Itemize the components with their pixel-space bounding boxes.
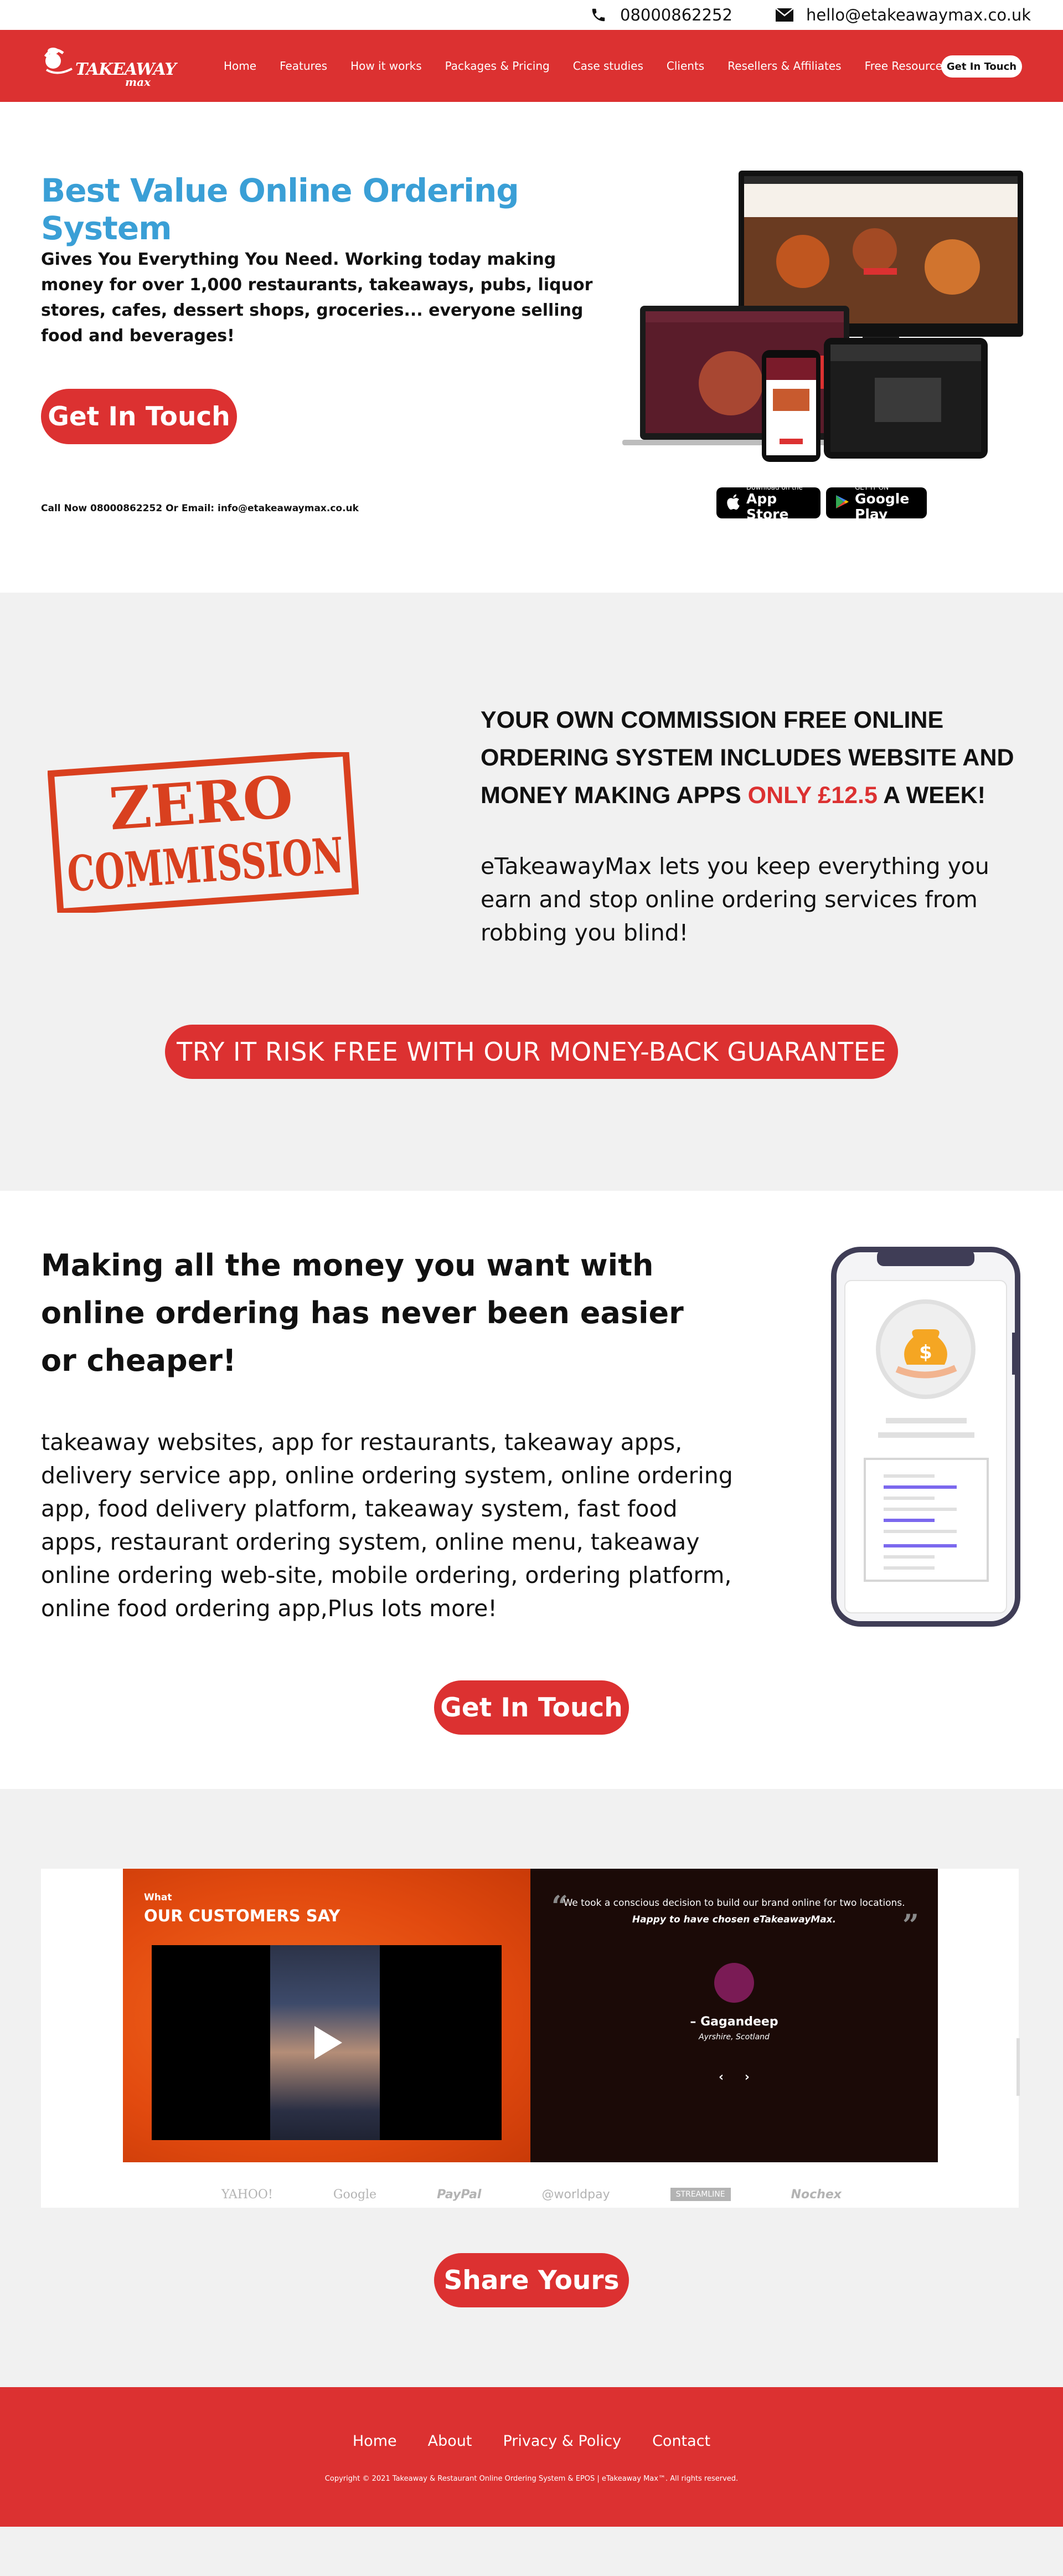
footer-link-about[interactable]: About: [428, 2433, 472, 2450]
hero-get-in-touch-button[interactable]: Get In Touch: [41, 389, 237, 444]
site-footer: Home About Privacy & Policy Contact Copy…: [0, 2387, 1063, 2527]
phone-contact[interactable]: 08000862252: [589, 0, 732, 30]
partner-logo-google: Google: [333, 2187, 377, 2202]
commission-heading-end: A WEEK!: [883, 782, 985, 809]
commission-paragraph: eTakeawayMax lets you keep everything yo…: [481, 853, 989, 946]
app-store-big-text: App Store: [746, 491, 789, 522]
partner-logo-yahoo: YAHOO!: [221, 2187, 273, 2202]
hero-call-now-text: Call Now 08000862252 Or Email: info@etak…: [41, 503, 359, 514]
partner-logo-streamline: STREAMLINE: [670, 2188, 731, 2201]
partner-logos: YAHOO! Google PayPal @worldpay STREAMLIN…: [221, 2183, 842, 2205]
nav-item-features[interactable]: Features: [280, 59, 327, 73]
share-yours-button[interactable]: Share Yours: [434, 2253, 629, 2307]
apple-icon: [725, 493, 741, 513]
footer-links: Home About Privacy & Policy Contact: [0, 2433, 1063, 2450]
logo-sub: max: [125, 75, 151, 89]
phone-icon: [589, 6, 608, 24]
brand-logo[interactable]: TAKEAWAY max: [41, 44, 177, 89]
testimonial-video-panel: What OUR CUSTOMERS SAY: [123, 1869, 530, 2162]
side-feedback-tab[interactable]: [1016, 2038, 1020, 2096]
hero-title: Best Value Online Ordering System: [41, 172, 519, 247]
testimonial-title: OUR CUSTOMERS SAY: [144, 1906, 340, 1925]
footer-link-contact[interactable]: Contact: [652, 2433, 710, 2450]
top-contact-bar: 08000862252 hello@etakeawaymax.co.uk: [0, 0, 1063, 30]
hero-lead: Gives You Everything You Need. Working t…: [41, 250, 593, 346]
testimonial-what-label: What: [144, 1892, 172, 1903]
money-get-in-touch-button[interactable]: Get In Touch: [434, 1680, 629, 1735]
play-icon[interactable]: [314, 2026, 342, 2059]
money-back-guarantee-button[interactable]: TRY IT RISK FREE WITH OUR MONEY-BACK GUA…: [165, 1025, 898, 1079]
google-play-badge[interactable]: GET IT ON Google Play: [826, 484, 927, 522]
footer-copyright: Copyright © 2021 Takeaway & Restaurant O…: [324, 2475, 739, 2483]
stamp-line-commission: COMMISSION: [65, 826, 345, 903]
chef-logo-icon: [44, 48, 73, 74]
footer-link-home[interactable]: Home: [353, 2433, 397, 2450]
prev-arrow-icon[interactable]: ‹: [719, 2070, 724, 2084]
hero-section: Best Value Online Ordering System Gives …: [0, 102, 1063, 593]
commission-price-accent: ONLY £12.5: [747, 782, 878, 809]
nav-item-home[interactable]: Home: [224, 59, 256, 73]
making-money-section: Making all the money you want with onlin…: [0, 1191, 1063, 1789]
email-address: hello@etakeawaymax.co.uk: [806, 6, 1031, 24]
nav-item-clients[interactable]: Clients: [667, 59, 704, 73]
email-contact[interactable]: hello@etakeawaymax.co.uk: [775, 0, 1031, 30]
nav-item-free-resources[interactable]: Free Resources: [865, 59, 948, 73]
app-store-badge[interactable]: Download on the App Store: [716, 484, 821, 522]
primary-nav: Home Features How it works Packages & Pr…: [224, 30, 972, 102]
testimonial-quote-panel: “ ” We took a conscious decision to buil…: [530, 1869, 938, 2162]
main-navbar: TAKEAWAY max Home Features How it works …: [0, 30, 1063, 102]
commission-heading: YOUR OWN COMMISSION FREE ONLINE ORDERING…: [481, 701, 1034, 814]
testimonial-name: – Gagandeep: [690, 2015, 778, 2029]
devices-mockup-image: [622, 171, 1023, 462]
phone-illustration: $: [831, 1247, 1020, 1627]
partner-logo-paypal: PayPal: [437, 2187, 482, 2202]
zero-commission-section: ZERO COMMISSION YOUR OWN COMMISSION FREE…: [0, 593, 1063, 1191]
nav-item-resellers-affiliates[interactable]: Resellers & Affiliates: [727, 59, 841, 73]
next-arrow-icon[interactable]: ›: [745, 2070, 750, 2084]
testimonial-place: Ayrshire, Scotland: [699, 2033, 770, 2042]
nav-item-case-studies[interactable]: Case studies: [573, 59, 643, 73]
nav-get-in-touch-button[interactable]: Get In Touch: [941, 55, 1022, 78]
testimonials-section: What OUR CUSTOMERS SAY “ ” We took a con…: [0, 1789, 1063, 2387]
testimonial-quote: We took a conscious decision to build ou…: [563, 1898, 905, 1909]
testimonial-quote-emphasis: Happy to have chosen eTakeawayMax.: [632, 1914, 837, 1925]
testimonial-avatar: [714, 1963, 754, 2003]
nav-item-how-it-works[interactable]: How it works: [350, 59, 422, 73]
zero-commission-stamp: ZERO COMMISSION: [48, 752, 359, 913]
google-play-small-text: GET IT ON: [855, 484, 889, 491]
testimonial-arrows: ‹ ›: [719, 2070, 750, 2084]
google-play-big-text: Google Play: [855, 491, 910, 522]
app-store-small-text: Download on the: [746, 484, 803, 491]
footer-link-privacy[interactable]: Privacy & Policy: [503, 2433, 621, 2450]
phone-number: 08000862252: [620, 6, 732, 24]
google-play-icon: [835, 494, 849, 512]
partner-logo-worldpay: @worldpay: [541, 2187, 610, 2202]
keywords-paragraph: takeaway websites, app for restaurants, …: [41, 1429, 733, 1622]
envelope-icon: [775, 6, 794, 24]
partner-logo-nochex: Nochex: [791, 2187, 842, 2202]
nav-item-packages-pricing[interactable]: Packages & Pricing: [445, 59, 550, 73]
making-money-heading: Making all the money you want with onlin…: [41, 1248, 684, 1378]
testimonial-video[interactable]: [152, 1945, 502, 2140]
svg-text:$: $: [919, 1341, 932, 1364]
bottom-strip: [0, 2527, 1063, 2576]
